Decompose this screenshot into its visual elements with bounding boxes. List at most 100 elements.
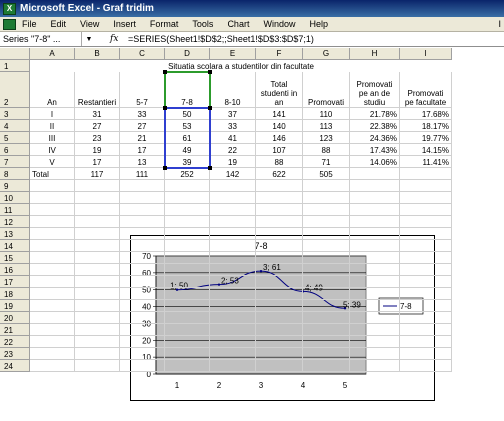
cell[interactable] — [256, 216, 303, 228]
row-header-17[interactable]: 17 — [0, 276, 30, 288]
data-cell[interactable]: 14.15% — [400, 144, 452, 156]
cell[interactable] — [120, 312, 165, 324]
row-header-10[interactable]: 10 — [0, 192, 30, 204]
cell[interactable] — [165, 240, 210, 252]
cell[interactable] — [30, 324, 75, 336]
header-cell[interactable]: Promovati pe facultate — [400, 72, 452, 108]
cell[interactable] — [350, 312, 400, 324]
row-header-23[interactable]: 23 — [0, 348, 30, 360]
data-cell[interactable]: 141 — [256, 108, 303, 120]
cell[interactable] — [75, 288, 120, 300]
data-cell[interactable]: V — [30, 156, 75, 168]
cell[interactable] — [75, 192, 120, 204]
data-cell[interactable]: 13 — [120, 156, 165, 168]
cell[interactable] — [400, 252, 452, 264]
cell[interactable] — [165, 288, 210, 300]
column-header-f[interactable]: F — [256, 48, 303, 60]
cell[interactable] — [256, 204, 303, 216]
cell[interactable] — [30, 240, 75, 252]
selection-handle[interactable] — [163, 106, 167, 110]
cell[interactable] — [303, 216, 350, 228]
cell[interactable] — [30, 360, 75, 372]
cell[interactable] — [350, 228, 400, 240]
cell[interactable] — [303, 324, 350, 336]
column-header-d[interactable]: D — [165, 48, 210, 60]
cell[interactable] — [30, 228, 75, 240]
data-cell[interactable]: 107 — [256, 144, 303, 156]
cell[interactable] — [400, 360, 452, 372]
cell[interactable] — [165, 228, 210, 240]
row-header-16[interactable]: 16 — [0, 264, 30, 276]
cell[interactable] — [400, 192, 452, 204]
menu-view[interactable]: View — [80, 19, 99, 29]
data-cell[interactable]: 11.41% — [400, 156, 452, 168]
row-header-5[interactable]: 5 — [0, 132, 30, 144]
cell[interactable] — [210, 204, 256, 216]
cell[interactable] — [75, 216, 120, 228]
selection-handle[interactable] — [208, 70, 212, 74]
row-header-22[interactable]: 22 — [0, 336, 30, 348]
cell[interactable] — [400, 240, 452, 252]
cell[interactable] — [75, 252, 120, 264]
cell[interactable] — [120, 348, 165, 360]
cell[interactable] — [165, 180, 210, 192]
data-cell[interactable]: 33 — [120, 108, 165, 120]
cell[interactable] — [30, 288, 75, 300]
cell[interactable] — [165, 252, 210, 264]
cell[interactable] — [303, 348, 350, 360]
menu-window[interactable]: Window — [263, 19, 295, 29]
cell[interactable] — [256, 276, 303, 288]
cell[interactable] — [350, 192, 400, 204]
row-header-4[interactable]: 4 — [0, 120, 30, 132]
cell[interactable] — [120, 276, 165, 288]
menu-chart[interactable]: Chart — [227, 19, 249, 29]
data-cell[interactable]: 41 — [210, 132, 256, 144]
header-cell[interactable]: Total studenti in an — [256, 72, 303, 108]
cell[interactable] — [303, 240, 350, 252]
cell[interactable] — [400, 336, 452, 348]
cell[interactable] — [210, 180, 256, 192]
header-cell[interactable]: Restantieri — [75, 72, 120, 108]
cell[interactable] — [75, 228, 120, 240]
cell[interactable] — [210, 360, 256, 372]
data-cell[interactable]: 19 — [210, 156, 256, 168]
cell[interactable] — [30, 276, 75, 288]
cell[interactable] — [256, 240, 303, 252]
cell[interactable] — [30, 180, 75, 192]
cell[interactable] — [30, 336, 75, 348]
column-header-a[interactable]: A — [30, 48, 75, 60]
cell[interactable] — [120, 360, 165, 372]
cell[interactable] — [120, 300, 165, 312]
formula-input[interactable]: =SERIES(Sheet1!$D$2;;Sheet1!$D$3:$D$7;1) — [128, 34, 314, 44]
row-header-2[interactable]: 2 — [0, 72, 30, 108]
cell[interactable] — [303, 276, 350, 288]
cell[interactable] — [120, 264, 165, 276]
cell[interactable] — [350, 276, 400, 288]
cell[interactable] — [210, 216, 256, 228]
data-cell[interactable]: 111 — [120, 168, 165, 180]
cell[interactable] — [210, 264, 256, 276]
cell[interactable] — [303, 288, 350, 300]
cell[interactable] — [210, 228, 256, 240]
cell[interactable] — [256, 360, 303, 372]
cell[interactable] — [120, 180, 165, 192]
cell[interactable] — [75, 336, 120, 348]
cell[interactable] — [303, 336, 350, 348]
data-cell[interactable]: II — [30, 120, 75, 132]
data-cell[interactable]: 123 — [303, 132, 350, 144]
cell[interactable] — [210, 240, 256, 252]
data-cell[interactable]: 27 — [75, 120, 120, 132]
cell[interactable] — [210, 192, 256, 204]
data-cell[interactable] — [400, 168, 452, 180]
cell[interactable] — [165, 360, 210, 372]
cell[interactable] — [30, 216, 75, 228]
cell[interactable] — [120, 192, 165, 204]
selection-handle[interactable] — [163, 70, 167, 74]
data-cell[interactable]: 22 — [210, 144, 256, 156]
menu-file[interactable]: File — [22, 19, 37, 29]
data-cell[interactable]: 22.38% — [350, 120, 400, 132]
header-cell[interactable]: Promovati — [303, 72, 350, 108]
cell[interactable] — [350, 216, 400, 228]
row-header-15[interactable]: 15 — [0, 252, 30, 264]
cell[interactable] — [75, 276, 120, 288]
